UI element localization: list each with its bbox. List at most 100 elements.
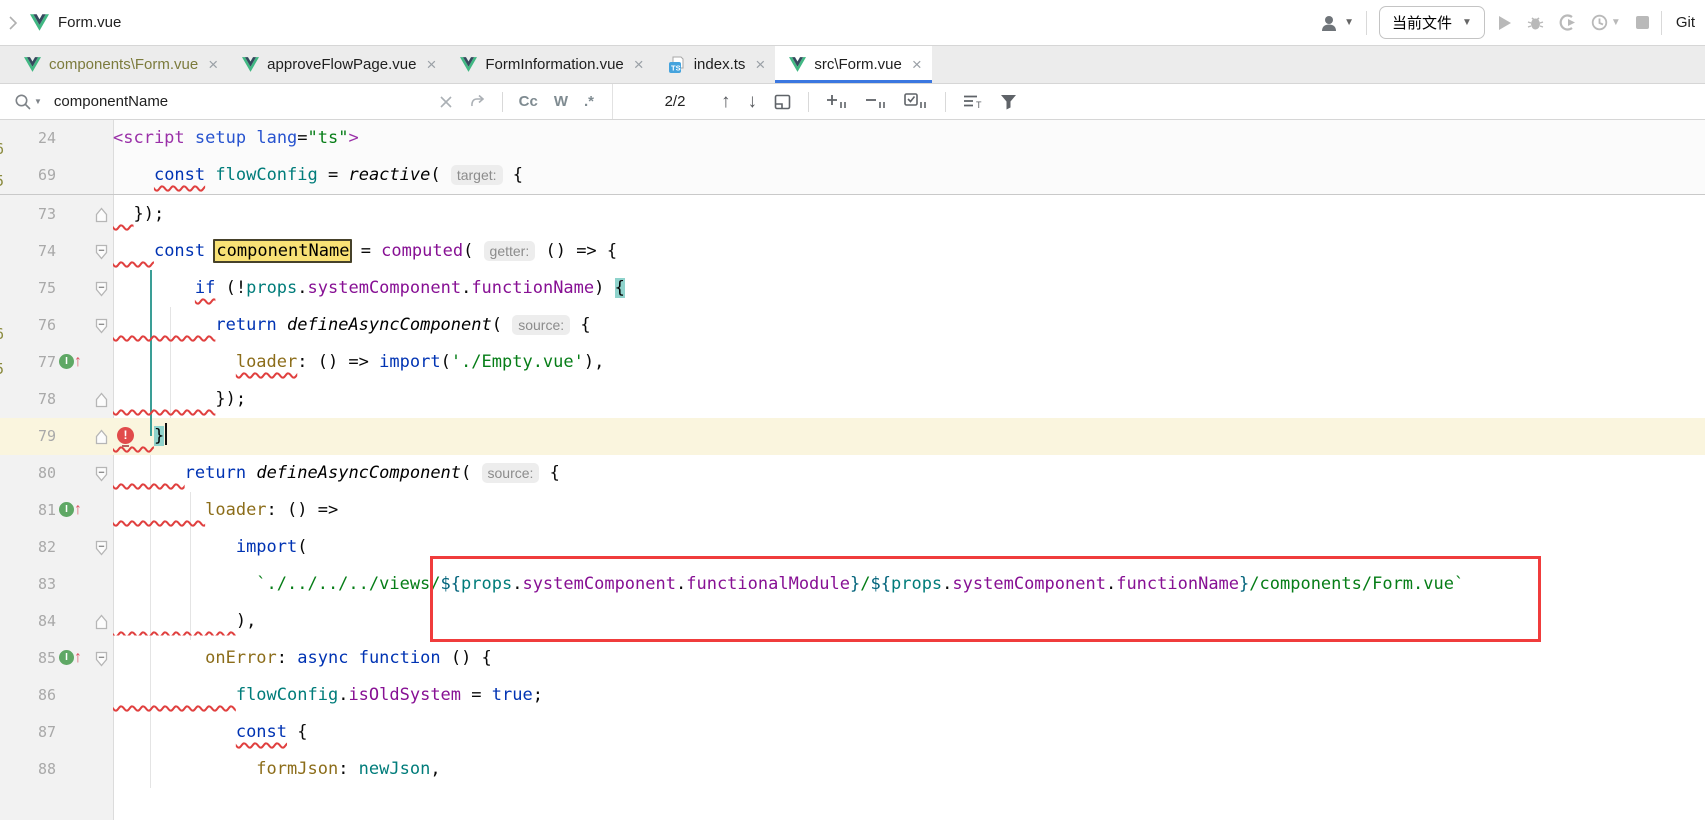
code-token — [113, 685, 236, 705]
gutter-cell: 80 — [0, 455, 113, 492]
code-text[interactable]: loader: () => import('./Empty.vue'), — [113, 344, 1705, 381]
search-icon[interactable]: ▼ — [14, 93, 42, 111]
tab-src-form-vue[interactable]: src\Form.vue× — [775, 46, 931, 83]
code-line[interactable]: 80 return defineAsyncComponent( source: … — [0, 455, 1705, 492]
code-token: . — [461, 278, 471, 298]
code-token: , — [430, 759, 440, 779]
tab-close-icon[interactable]: × — [426, 56, 436, 73]
filter-funnel-icon[interactable] — [1000, 94, 1017, 110]
code-line[interactable]: 85I↑ onError: async function () { — [0, 640, 1705, 677]
code-line[interactable]: 75 if (!props.systemComponent.functionNa… — [0, 270, 1705, 307]
code-line[interactable]: 88 formJson: newJson, — [0, 751, 1705, 788]
fold-marker-icon[interactable] — [95, 466, 108, 482]
matched-brace: } — [154, 426, 164, 446]
git-menu[interactable]: Git — [1676, 14, 1695, 31]
stop-icon[interactable] — [1636, 16, 1649, 29]
search-query-text: componentName — [54, 93, 168, 110]
regex-toggle[interactable]: .* — [584, 93, 594, 110]
implemented-icon[interactable]: I↑ — [59, 650, 82, 665]
code-line[interactable]: 24<script setup lang="ts"> — [0, 120, 1705, 157]
code-text[interactable]: if (!props.systemComponent.functionName)… — [113, 270, 1705, 307]
previous-occurrence-icon[interactable]: ↑ — [721, 91, 731, 113]
tab-close-icon[interactable]: × — [912, 56, 922, 73]
clipped-digit-fragment: 6 — [0, 325, 4, 343]
code-token: . — [297, 278, 307, 298]
code-token: ( — [441, 352, 451, 372]
tab-close-icon[interactable]: × — [634, 56, 644, 73]
code-text[interactable]: loader: () => — [113, 492, 1705, 529]
code-text[interactable]: ! } — [113, 418, 1705, 455]
run-icon[interactable] — [1497, 15, 1512, 31]
fold-marker-icon[interactable] — [95, 429, 108, 445]
code-line[interactable]: 79! } — [0, 418, 1705, 455]
fold-marker-icon[interactable] — [95, 540, 108, 556]
code-text[interactable]: }); — [113, 196, 1705, 233]
clear-search-icon[interactable] — [439, 95, 453, 109]
code-text[interactable]: onError: async function () { — [113, 640, 1705, 677]
tab-label: index.ts — [694, 56, 746, 73]
implemented-icon[interactable]: I↑ — [59, 502, 82, 517]
code-text[interactable]: flowConfig.isOldSystem = true; — [113, 677, 1705, 714]
search-history-icon[interactable] — [469, 94, 486, 109]
search-input[interactable]: ▼ componentName Cc W .* — [0, 84, 613, 119]
tab-bar: components\Form.vue×approveFlowPage.vue×… — [0, 46, 1705, 84]
code-line[interactable]: 77I↑ loader: () => import('./Empty.vue')… — [0, 344, 1705, 381]
fold-marker-icon[interactable] — [95, 244, 108, 260]
code-text[interactable]: formJson: newJson, — [113, 751, 1705, 788]
run-with-coverage-icon[interactable] — [1559, 14, 1576, 31]
code-token: ; — [533, 685, 543, 705]
code-line[interactable]: 76 return defineAsyncComponent( source: … — [0, 307, 1705, 344]
implemented-icon[interactable]: I↑ — [59, 354, 82, 369]
tab-close-icon[interactable]: × — [755, 56, 765, 73]
user-account-icon[interactable]: ▼ — [1321, 14, 1354, 32]
code-text[interactable]: return defineAsyncComponent( source: { — [113, 455, 1705, 492]
run-config-dropdown[interactable]: 当前文件 ▼ — [1379, 6, 1485, 39]
code-line[interactable]: 73 }); — [0, 196, 1705, 233]
code-text[interactable]: const componentName = computed( getter: … — [113, 233, 1705, 270]
inlay-hint: source: — [482, 463, 540, 483]
code-line[interactable]: 81I↑ loader: () => — [0, 492, 1705, 529]
fold-marker-icon[interactable] — [95, 614, 108, 630]
tab-approveflowpage-vue[interactable]: approveFlowPage.vue× — [228, 46, 446, 83]
tab-index-ts[interactable]: TSindex.ts× — [654, 46, 776, 83]
fold-marker-icon[interactable] — [95, 207, 108, 223]
code-text[interactable]: return defineAsyncComponent( source: { — [113, 307, 1705, 344]
code-token: defineAsyncComponent — [256, 463, 461, 483]
gutter-cell: 87 — [0, 714, 113, 751]
tab-close-icon[interactable]: × — [208, 56, 218, 73]
tab-forminformation-vue[interactable]: FormInformation.vue× — [446, 46, 653, 83]
tab-components-form-vue[interactable]: components\Form.vue× — [10, 46, 228, 83]
code-text[interactable]: <script setup lang="ts"> — [113, 120, 1705, 157]
fold-marker-icon[interactable] — [95, 281, 108, 297]
code-token: setup — [195, 128, 246, 148]
code-token: : () => — [267, 500, 339, 520]
debug-icon[interactable] — [1527, 14, 1544, 31]
match-case-toggle[interactable]: Cc — [519, 93, 538, 110]
add-occurrence-icon[interactable] — [826, 93, 848, 110]
vue-file-icon — [24, 57, 41, 72]
fold-marker-icon[interactable] — [95, 392, 108, 408]
code-line[interactable]: 69 const flowConfig = reactive( target: … — [0, 157, 1705, 194]
code-token: computed — [381, 241, 463, 261]
code-text[interactable]: }); — [113, 381, 1705, 418]
select-all-occurrences-icon[interactable] — [904, 93, 928, 110]
fold-marker-icon[interactable] — [95, 318, 108, 334]
remove-occurrence-icon[interactable] — [865, 93, 887, 110]
code-line[interactable]: 78 }); — [0, 381, 1705, 418]
code-text[interactable]: const { — [113, 714, 1705, 751]
code-text[interactable]: const flowConfig = reactive( target: { — [113, 157, 1705, 194]
next-occurrence-icon[interactable]: ↓ — [748, 91, 758, 113]
code-token: return — [185, 463, 246, 483]
annotation-red-box — [430, 556, 1541, 642]
whole-words-toggle[interactable]: W — [554, 93, 568, 110]
fold-marker-icon[interactable] — [95, 651, 108, 667]
code-line[interactable]: 87 const { — [0, 714, 1705, 751]
filter-lines-icon[interactable]: T — [963, 94, 983, 110]
editor[interactable]: 24<script setup lang="ts">69 const flowC… — [0, 120, 1705, 820]
code-line[interactable]: 74 const componentName = computed( gette… — [0, 233, 1705, 270]
code-line[interactable]: 86 flowConfig.isOldSystem = true; — [0, 677, 1705, 714]
open-in-find-window-icon[interactable] — [774, 94, 791, 110]
profiler-icon[interactable]: ▼ — [1591, 14, 1621, 31]
error-bulb-icon[interactable]: ! — [117, 427, 134, 444]
code-token: ) — [594, 278, 614, 298]
